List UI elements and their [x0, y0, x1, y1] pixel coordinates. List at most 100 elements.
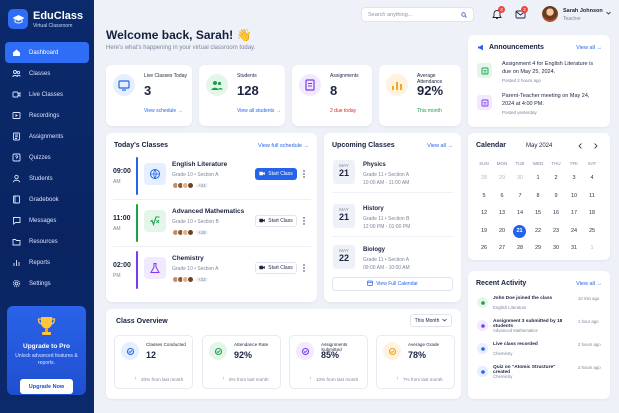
upcoming-view-all-link[interactable]: View all → — [427, 143, 453, 149]
class-meta: Grade 10 • Section A — [172, 172, 219, 178]
calendar-day[interactable]: 30 — [549, 242, 563, 254]
student-avatar — [187, 276, 194, 283]
row-divider — [332, 236, 453, 237]
globe-icon — [144, 163, 166, 185]
calendar-day[interactable]: 28 — [513, 242, 527, 254]
upgrade-now-button[interactable]: Upgrade Now — [20, 379, 73, 394]
calendar-day[interactable]: 9 — [549, 190, 563, 202]
students-group-icon — [206, 74, 228, 96]
sidebar-item-quizzes[interactable]: Quizzes — [5, 147, 89, 168]
view-full-calendar-button[interactable]: View Full Calendar — [332, 277, 453, 291]
app-name: EduClass — [33, 10, 84, 22]
date-badge: MAY 21 — [333, 204, 355, 228]
student-avatars: +18 — [172, 229, 208, 236]
weekday-label: SAT — [587, 161, 597, 166]
calendar-day[interactable]: 22 — [531, 225, 545, 237]
stat-footer[interactable]: View all students → — [237, 108, 281, 114]
calendar-day[interactable]: 27 — [495, 242, 509, 254]
weekday-label: FRI — [570, 161, 578, 166]
sidebar-item-settings[interactable]: Settings — [5, 273, 89, 294]
calendar-day[interactable]: 16 — [549, 207, 563, 219]
activity-sub: English Literature — [493, 305, 527, 310]
calendar-day[interactable]: 6 — [495, 190, 509, 202]
calendar-day[interactable]: 10 — [567, 190, 581, 202]
sidebar-item-dashboard[interactable]: Dashboard — [5, 42, 89, 63]
calendar-day[interactable]: 23 — [549, 225, 563, 237]
start-class-button[interactable]: Start Class — [255, 215, 297, 227]
class-name: English Literature — [172, 161, 228, 168]
sidebar-item-reports[interactable]: Reports — [5, 252, 89, 273]
calendar-day[interactable]: 25 — [585, 225, 599, 237]
sidebar-item-students[interactable]: Students — [5, 168, 89, 189]
overview-label: Classes Conducted — [146, 342, 186, 347]
sidebar-item-live-classes[interactable]: Live Classes — [5, 84, 89, 105]
megaphone-icon — [477, 44, 485, 53]
start-class-button[interactable]: Start Class — [255, 168, 297, 180]
sidebar-item-assignments[interactable]: Assignments — [5, 126, 89, 147]
calendar-day[interactable]: 29 — [531, 242, 545, 254]
calendar-day[interactable]: 20 — [495, 225, 509, 237]
calendar-month-label: May 2024 — [526, 143, 553, 149]
calendar-day[interactable]: 26 — [477, 242, 491, 254]
calendar-day[interactable]: 11 — [585, 190, 599, 202]
search-input[interactable]: Search anything... — [361, 7, 474, 22]
overview-stat: Classes Conducted 12 ↑ 20% from last mon… — [114, 335, 193, 389]
calendar-day[interactable]: 28 — [477, 172, 491, 184]
calendar-day[interactable]: 7 — [513, 190, 527, 202]
class-accent-bar — [136, 204, 138, 242]
class-time: 09:00 — [113, 168, 131, 175]
date-day: 21 — [338, 212, 349, 222]
sidebar-item-classes[interactable]: Classes — [5, 63, 89, 84]
row-divider — [113, 199, 311, 200]
calendar-day[interactable]: 12 — [477, 207, 491, 219]
classes-icon — [12, 69, 21, 78]
calendar-day[interactable]: 13 — [495, 207, 509, 219]
calendar-day[interactable]: 14 — [513, 207, 527, 219]
chevron-right-icon[interactable] — [593, 143, 598, 151]
calendar-day[interactable]: 19 — [477, 225, 491, 237]
calendar-day[interactable]: 3 — [567, 172, 581, 184]
view-full-schedule-link[interactable]: View full schedule → — [258, 143, 309, 149]
chevron-left-icon[interactable] — [578, 143, 583, 151]
calendar-day[interactable]: 17 — [567, 207, 581, 219]
overview-value: 85% — [321, 350, 340, 360]
stat-value: 3 — [144, 83, 152, 98]
stat-footer: 2 due today — [330, 108, 357, 114]
activity-view-all-link[interactable]: View all → — [576, 281, 602, 287]
sidebar-item-gradebook[interactable]: Gradebook — [5, 189, 89, 210]
quiz-icon — [477, 366, 488, 377]
trend-up-icon: ↑ — [396, 376, 399, 382]
trend-up-icon: ↑ — [222, 376, 225, 382]
calendar-day[interactable]: 5 — [477, 190, 491, 202]
calendar-day-selected[interactable]: 21 — [513, 224, 526, 238]
calendar-day[interactable]: 1 — [585, 242, 599, 254]
sidebar-item-label: Classes — [29, 70, 51, 77]
user-avatar[interactable] — [542, 6, 558, 22]
calendar-day[interactable]: 15 — [531, 207, 545, 219]
more-vertical-icon[interactable] — [303, 217, 305, 227]
calendar-day[interactable]: 24 — [567, 225, 581, 237]
square-root-icon — [144, 210, 166, 232]
period-filter-select[interactable]: This Month — [410, 314, 452, 327]
sidebar-item-recordings[interactable]: Recordings — [5, 105, 89, 126]
calendar-day[interactable]: 1 — [531, 172, 545, 184]
calendar-day[interactable]: 2 — [549, 172, 563, 184]
calendar-day[interactable]: 8 — [531, 190, 545, 202]
calendar-day[interactable]: 18 — [585, 207, 599, 219]
calendar-day[interactable]: 4 — [585, 172, 599, 184]
group-icon — [121, 342, 139, 360]
start-class-button[interactable]: Start Class — [255, 262, 297, 274]
upgrade-promo: Upgrade to Pro Unlock advanced features … — [7, 306, 86, 395]
reports-icon — [12, 258, 21, 267]
chevron-down-icon[interactable] — [606, 11, 611, 17]
calendar-day[interactable]: 31 — [567, 242, 581, 254]
sidebar-item-resources[interactable]: Resources — [5, 231, 89, 252]
start-class-label: Start Class — [268, 265, 293, 271]
calendar-day[interactable]: 30 — [513, 172, 527, 184]
stat-footer[interactable]: View schedule → — [144, 108, 183, 114]
more-vertical-icon[interactable] — [303, 264, 305, 274]
more-vertical-icon[interactable] — [303, 170, 305, 180]
sidebar-item-messages[interactable]: Messages — [5, 210, 89, 231]
announcements-view-all-link[interactable]: View all → — [576, 45, 602, 51]
calendar-day[interactable]: 29 — [495, 172, 509, 184]
